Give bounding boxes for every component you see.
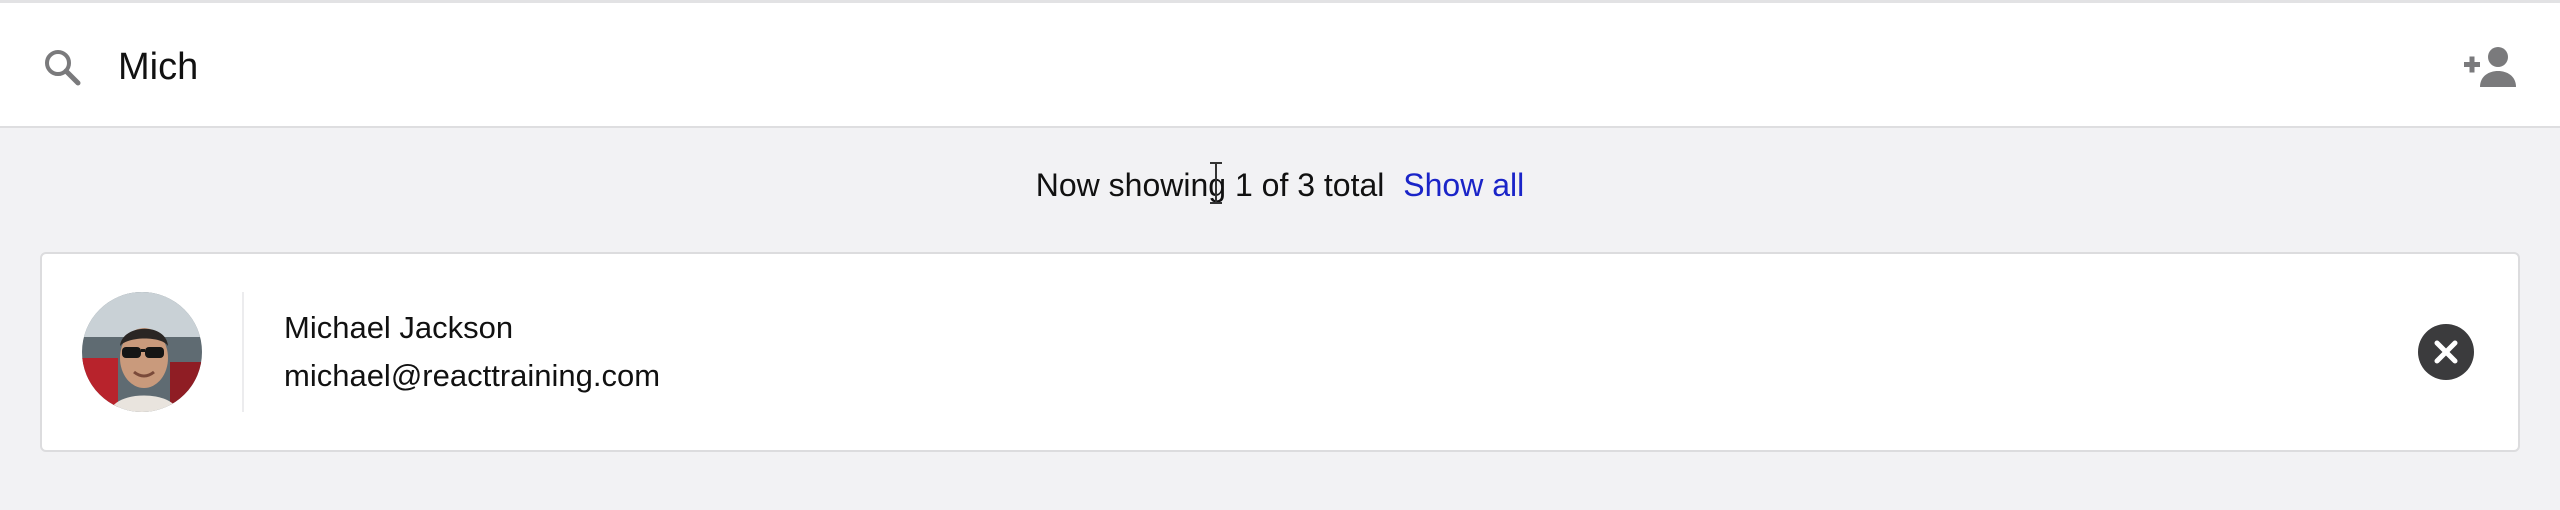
contact-email: michael@reacttraining.com (284, 358, 661, 393)
show-all-link[interactable]: Show all (1403, 167, 1524, 203)
search-bar (0, 0, 2560, 128)
avatar (82, 292, 202, 412)
search-icon (45, 50, 81, 86)
avatar-photo (82, 292, 202, 412)
remove-contact-button[interactable] (2418, 324, 2474, 380)
card-divider (242, 292, 244, 412)
search-input[interactable] (118, 35, 2418, 99)
text-cursor-icon (1210, 162, 1222, 204)
contact-card: Michael Jackson michael@reacttraining.co… (40, 252, 2520, 452)
add-person-icon[interactable] (2462, 45, 2518, 89)
results-status: Now showing 1 of 3 total Show all (0, 160, 2560, 210)
close-icon (2434, 340, 2458, 364)
contact-name: Michael Jackson (284, 310, 514, 345)
